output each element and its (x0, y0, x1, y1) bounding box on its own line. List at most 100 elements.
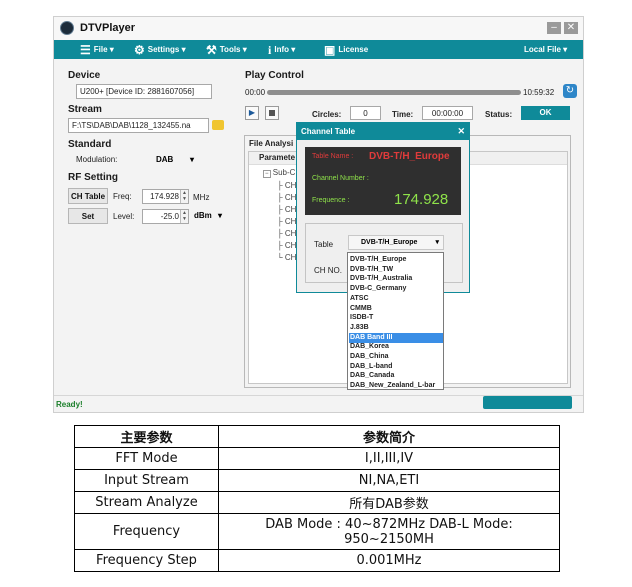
menu-tools-label: Tools (219, 45, 241, 54)
refresh-icon[interactable]: ↻ (563, 84, 577, 98)
tree-item[interactable]: ├ CH (277, 216, 296, 228)
tools-icon: ⚒ (206, 42, 217, 57)
table-select[interactable]: DVB-T/H_Europe ▾ (348, 235, 444, 250)
frequence-label: Frequence : (312, 197, 350, 204)
menu-license[interactable]: ▣ License (324, 40, 368, 59)
tree-item[interactable]: └ CH (277, 252, 296, 264)
chevron-down-icon: ▾ (181, 45, 186, 54)
tree-item[interactable]: ├ CH (277, 180, 296, 192)
modulation-select[interactable]: DAB ▾ (142, 152, 198, 167)
menu-bar: ☰ File ▾ ⚙ Settings ▾ ⚒ Tools ▾ i Info ▾ ▣ Li… (54, 40, 583, 59)
spec-cell-desc: DAB Mode : 40~872MHz DAB-L Mode: 950~215… (218, 513, 560, 550)
dropdown-option[interactable]: DAB_China (349, 352, 443, 362)
menu-file[interactable]: ☰ File ▾ (80, 40, 114, 59)
chevron-down-icon: ▾ (109, 45, 114, 54)
freq-input[interactable]: 174.928 ▲ ▼ (142, 189, 189, 204)
modulation-value: DAB (156, 155, 174, 164)
progress-track[interactable] (267, 90, 521, 95)
dropdown-option[interactable]: CMMB (349, 304, 443, 314)
dropdown-option[interactable]: ISDB-T (349, 313, 443, 323)
level-value: -25.0 (160, 212, 179, 221)
level-unit-select[interactable]: dBm ▾ (194, 211, 222, 220)
minimize-button[interactable]: – (547, 22, 561, 34)
level-label: Level: (113, 212, 135, 221)
circles-input[interactable]: 0 (350, 106, 381, 120)
freq-spinner[interactable]: ▲ ▼ (180, 190, 188, 203)
level-spinner[interactable]: ▲ ▼ (180, 210, 188, 223)
modulation-label: Modulation: (76, 155, 118, 164)
table-row: Input Stream NI,NA,ETI (74, 469, 560, 492)
status-ok-badge: OK (521, 106, 570, 120)
freq-label: Freq: (113, 192, 132, 201)
table-dropdown-list: DVB-T/H_Europe DVB-T/H_TW DVB-T/H_Australi… (347, 252, 444, 390)
level-unit-value: dBm (194, 211, 212, 220)
table-row: Frequency Step 0.001MHz (74, 549, 560, 572)
spec-cell-param: FFT Mode (74, 447, 219, 470)
level-input[interactable]: -25.0 ▲ ▼ (142, 209, 189, 224)
dropdown-option[interactable]: DVB-T/H_Australia (349, 274, 443, 284)
menu-settings-label: Settings (147, 45, 180, 54)
progress-indicator (483, 396, 572, 409)
title-bar: DTVPlayer – ✕ (54, 17, 583, 40)
menu-info[interactable]: i Info ▾ (268, 40, 295, 59)
spec-cell-desc: I,II,III,IV (218, 447, 560, 470)
tree-root[interactable]: − Sub-C (263, 168, 296, 178)
ch-table-button[interactable]: CH Table (68, 188, 108, 204)
stream-path-field[interactable]: F:\TS\DAB\DAB\1128_132455.na (68, 118, 209, 133)
chevron-down-icon: ▾ (242, 45, 247, 54)
spec-cell-desc: 所有DAB参数 (218, 491, 560, 514)
status-label: Status: (485, 110, 513, 119)
dropdown-option[interactable]: DAB_L-band (349, 362, 443, 372)
dropdown-option[interactable]: DAB_New_Zealand_L-bar (349, 381, 443, 391)
dropdown-option[interactable]: DAB_Canada (349, 371, 443, 381)
stop-button[interactable] (265, 106, 279, 120)
spec-cell-desc: 0.001MHz (218, 549, 560, 572)
dialog-close-icon[interactable]: ✕ (457, 126, 465, 137)
menu-settings[interactable]: ⚙ Settings ▾ (134, 40, 186, 59)
tree-item[interactable]: ├ CH (277, 204, 296, 216)
set-button[interactable]: Set (68, 208, 108, 224)
play-button[interactable]: ▶ (245, 106, 259, 120)
tree-item[interactable]: ├ CH (277, 240, 296, 252)
freq-unit: MHz (193, 193, 210, 202)
table-row: FFT Mode I,II,III,IV (74, 447, 560, 470)
tree-item[interactable]: ├ CH (277, 192, 296, 204)
close-button[interactable]: ✕ (564, 22, 578, 34)
folder-icon[interactable] (212, 120, 224, 130)
channel-info-display: Table Name : DVB-T/H_Europe Channel Numb… (305, 147, 461, 215)
dropdown-option[interactable]: DVB-T/H_Europe (349, 255, 443, 265)
license-icon: ▣ (324, 42, 336, 57)
standard-label: Standard (68, 139, 112, 150)
spec-cell-param: Frequency (74, 513, 219, 550)
time-input[interactable]: 00:00:00 (422, 106, 473, 120)
tree-root-label: Sub-C (272, 168, 296, 177)
play-control-label: Play Control (245, 70, 304, 81)
chevron-down-icon: ▾ (218, 211, 223, 220)
tree-item[interactable]: ├ CH (277, 228, 296, 240)
stream-label: Stream (68, 104, 102, 115)
tree-children: ├ CH ├ CH ├ CH ├ CH ├ CH ├ CH └ CH (277, 180, 296, 264)
chevron-down-icon: ▾ (435, 239, 439, 246)
gear-icon: ⚙ (134, 42, 145, 57)
parameter-header: Paramete (259, 153, 296, 162)
app-title: DTVPlayer (80, 22, 136, 34)
spec-table: 主要参数 参数简介 FFT Mode I,II,III,IV Input Str… (74, 425, 560, 572)
dropdown-option[interactable]: ATSC (349, 294, 443, 304)
dropdown-option[interactable]: DVB-C_Germany (349, 284, 443, 294)
dialog-title: Channel Table (301, 127, 356, 136)
circles-label: Circles: (312, 110, 342, 119)
ch-no-label: CH NO. (314, 266, 342, 275)
menu-tools[interactable]: ⚒ Tools ▾ (206, 40, 247, 59)
time-label: Time: (392, 110, 414, 119)
device-field[interactable]: U200+ [Device ID: 2881607056] (76, 84, 212, 99)
dropdown-option[interactable]: DAB_Korea (349, 342, 443, 352)
frequence-value: 174.928 (394, 191, 449, 208)
menu-local-file[interactable]: Local File ▾ (524, 40, 567, 59)
dropdown-option[interactable]: DVB-T/H_TW (349, 265, 443, 275)
spec-header-param: 主要参数 (74, 425, 219, 448)
dropdown-option[interactable]: DAB Band III (349, 332, 443, 343)
table-select-value: DVB-T/H_Europe (361, 239, 418, 246)
spec-header-row: 主要参数 参数简介 (74, 425, 560, 448)
dropdown-option[interactable]: J.83B (349, 323, 443, 333)
spec-cell-param: Stream Analyze (74, 491, 219, 514)
